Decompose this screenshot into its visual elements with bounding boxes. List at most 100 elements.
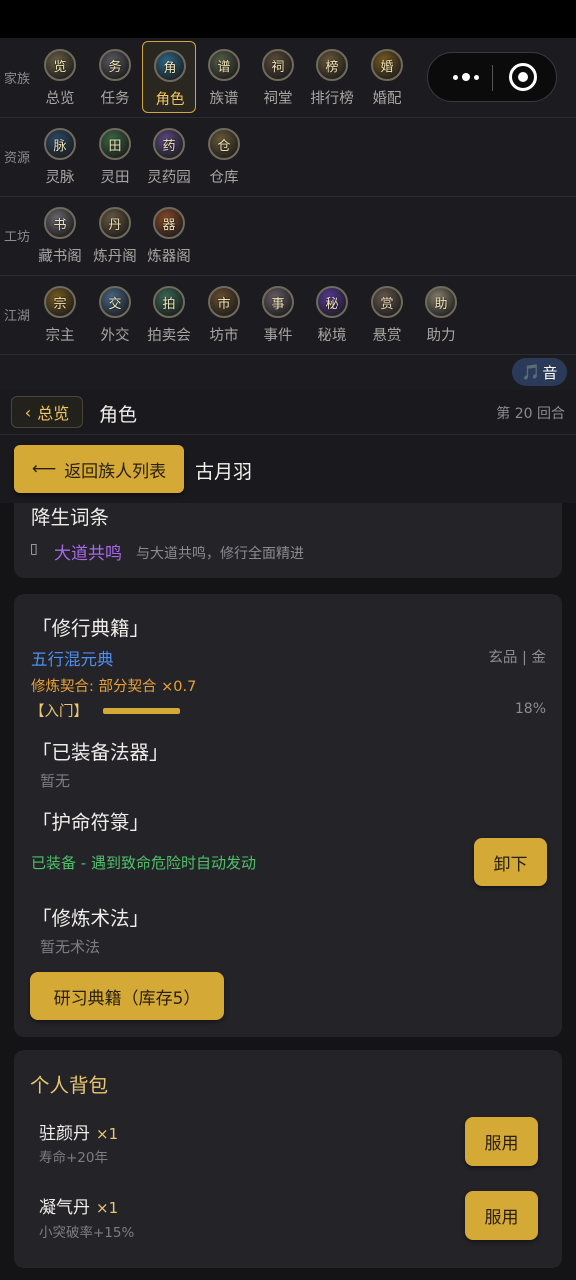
bag-item-name: 驻颜丹 bbox=[39, 1124, 90, 1144]
spirit-field-icon: 田 bbox=[99, 128, 131, 160]
auction-icon: 拍 bbox=[153, 286, 185, 318]
close-target-icon[interactable] bbox=[509, 63, 537, 91]
genealogy-icon: 谱 bbox=[208, 49, 240, 81]
nav-item-sect-master[interactable]: 宗宗主 bbox=[33, 278, 87, 350]
character-icon: 角 bbox=[154, 50, 186, 82]
trait-description: 与大道共鸣，修行全面精进 bbox=[136, 546, 304, 562]
technique-value: 暂无术法 bbox=[40, 938, 101, 956]
scripture-name-link[interactable]: 五行混元典 bbox=[31, 646, 114, 670]
nav-item-task[interactable]: 务任务 bbox=[88, 41, 142, 113]
use-item-button[interactable]: 服用 bbox=[465, 1191, 538, 1240]
nav-item-overview[interactable]: 览总览 bbox=[33, 41, 87, 113]
nav-item-genealogy[interactable]: 谱族谱 bbox=[197, 41, 251, 113]
use-item-button[interactable]: 服用 bbox=[465, 1117, 538, 1166]
character-bar: ⟵ 返回族人列表 古月羽 bbox=[0, 435, 576, 503]
sub-header: ‹ 总览 角色 第 20 回合 bbox=[0, 390, 576, 435]
artifact-value: 暂无 bbox=[40, 772, 71, 790]
bag-item-count: ×1 bbox=[96, 1199, 119, 1217]
nav-item-diplomacy[interactable]: 交外交 bbox=[88, 278, 142, 350]
overview-icon: 览 bbox=[44, 49, 76, 81]
round-counter: 第 20 回合 bbox=[496, 406, 565, 422]
cultivation-card: 「修行典籍」 五行混元典 玄品 | 金 修炼契合: 部分契合 ×0.7 【入门】… bbox=[14, 594, 562, 1037]
herb-garden-icon: 药 bbox=[153, 128, 185, 160]
nav-item-shrine[interactable]: 祠祠堂 bbox=[251, 41, 305, 113]
status-bar bbox=[0, 0, 576, 38]
birth-trait-card: 降生词条 ▯ 大道共鸣 与大道共鸣，修行全面精进 bbox=[14, 503, 562, 578]
bag-item-count: ×1 bbox=[96, 1125, 119, 1143]
sect-master-icon: 宗 bbox=[44, 286, 76, 318]
nav-item-bounty[interactable]: 赏悬赏 bbox=[360, 278, 414, 350]
nav-category-label: 资源 bbox=[4, 151, 31, 166]
nav-item-alchemy[interactable]: 丹炼丹阁 bbox=[88, 199, 142, 271]
talisman-heading: 「护命符箓」 bbox=[32, 811, 150, 834]
back-overview-button[interactable]: ‹ 总览 bbox=[11, 396, 83, 428]
trait-marker-icon: ▯ bbox=[30, 541, 38, 557]
nav-item-herb-garden[interactable]: 药灵药园 bbox=[142, 120, 196, 192]
nav-item-label: 助力 bbox=[426, 328, 456, 344]
scripture-heading: 「修行典籍」 bbox=[32, 617, 150, 640]
nav-category-label: 江湖 bbox=[4, 309, 31, 324]
marriage-icon: 婚 bbox=[371, 49, 403, 81]
stage-label: 【入门】 bbox=[30, 704, 88, 720]
nav-item-event[interactable]: 事事件 bbox=[251, 278, 305, 350]
bag-item-desc: 小突破率+15% bbox=[39, 1225, 135, 1241]
nav-item-marriage[interactable]: 婚婚配 bbox=[360, 41, 414, 113]
cultivation-progress-bar bbox=[103, 708, 180, 714]
nav-category-label: 家族 bbox=[4, 72, 31, 87]
affinity-text: 修炼契合: 部分契合 ×0.7 bbox=[31, 679, 197, 695]
diplomacy-icon: 交 bbox=[99, 286, 131, 318]
more-dots-icon[interactable] bbox=[446, 65, 486, 89]
chevron-left-icon: ‹ bbox=[24, 402, 32, 422]
personal-bag-card: 个人背包 驻颜丹 ×1 寿命+20年 服用 凝气丹 ×1 小突破率+15% 服用 bbox=[14, 1050, 562, 1268]
progress-percent: 18% bbox=[514, 701, 546, 717]
library-icon: 书 bbox=[44, 207, 76, 239]
nav-category-label: 工坊 bbox=[4, 230, 31, 245]
nav-item-ranking[interactable]: 榜排行榜 bbox=[305, 41, 359, 113]
secret-realm-icon: 秘 bbox=[316, 286, 348, 318]
unequip-button[interactable]: 卸下 bbox=[474, 838, 547, 886]
talisman-status: 已装备 - 遇到致命危险时自动发动 bbox=[31, 854, 256, 872]
nav-item-secret-realm[interactable]: 秘秘境 bbox=[305, 278, 359, 350]
nav-item-forge[interactable]: 器炼器阁 bbox=[142, 199, 196, 271]
alchemy-icon: 丹 bbox=[99, 207, 131, 239]
nav-row: 江湖宗宗主交外交拍拍卖会市坊市事事件秘秘境赏悬赏助助力 bbox=[0, 275, 576, 355]
study-scripture-button[interactable]: 研习典籍（库存5） bbox=[30, 972, 224, 1020]
shrine-icon: 祠 bbox=[262, 49, 294, 81]
bag-heading: 个人背包 bbox=[30, 1074, 109, 1097]
nav-item-assist[interactable]: 助助力 bbox=[414, 278, 468, 350]
artifact-heading: 「已装备法器」 bbox=[32, 741, 169, 764]
market-icon: 市 bbox=[208, 286, 240, 318]
nav-item-warehouse[interactable]: 仓仓库 bbox=[197, 120, 251, 192]
nav-item-library[interactable]: 书藏书阁 bbox=[33, 199, 87, 271]
back-to-member-list-label: 返回族人列表 bbox=[64, 461, 167, 482]
forge-icon: 器 bbox=[153, 207, 185, 239]
warehouse-icon: 仓 bbox=[208, 128, 240, 160]
nav-item-character[interactable]: 角角色 bbox=[142, 41, 196, 113]
bounty-icon: 赏 bbox=[371, 286, 403, 318]
nav-item-label: 炼器阁 bbox=[147, 249, 191, 265]
music-toggle-button[interactable]: 🎵 音 bbox=[512, 358, 567, 386]
nav-item-auction[interactable]: 拍拍卖会 bbox=[142, 278, 196, 350]
nav-item-market[interactable]: 市坊市 bbox=[197, 278, 251, 350]
ranking-icon: 榜 bbox=[316, 49, 348, 81]
mini-program-capsule bbox=[427, 52, 557, 102]
task-icon: 务 bbox=[99, 49, 131, 81]
nav-row: 资源脉灵脉田灵田药灵药园仓仓库 bbox=[0, 117, 576, 197]
nav-row: 工坊书藏书阁丹炼丹阁器炼器阁 bbox=[0, 196, 576, 276]
back-overview-label: 总览 bbox=[37, 404, 70, 423]
technique-heading: 「修炼术法」 bbox=[32, 907, 150, 930]
nav-item-spirit-vein[interactable]: 脉灵脉 bbox=[33, 120, 87, 192]
nav-item-label: 仓库 bbox=[209, 170, 239, 186]
back-to-member-list-button[interactable]: ⟵ 返回族人列表 bbox=[14, 445, 184, 493]
character-name: 古月羽 bbox=[195, 461, 253, 483]
music-note-icon: 🎵 bbox=[521, 363, 541, 381]
nav-item-spirit-field[interactable]: 田灵田 bbox=[88, 120, 142, 192]
assist-icon: 助 bbox=[425, 286, 457, 318]
bag-item-desc: 寿命+20年 bbox=[39, 1150, 108, 1166]
scripture-grade: 玄品 | 金 bbox=[488, 650, 546, 666]
spirit-vein-icon: 脉 bbox=[44, 128, 76, 160]
nav-item-label: 婚配 bbox=[372, 91, 402, 107]
birth-trait-heading: 降生词条 bbox=[31, 506, 110, 529]
music-label: 音 bbox=[542, 363, 558, 382]
event-icon: 事 bbox=[262, 286, 294, 318]
